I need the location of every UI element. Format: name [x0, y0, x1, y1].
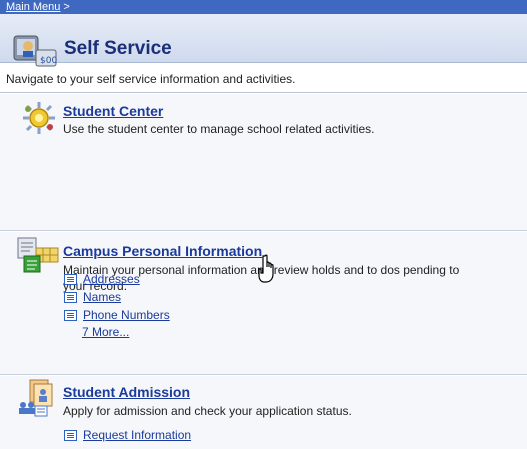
student-center-icon: [23, 102, 55, 134]
student-admission-icon: [19, 379, 53, 417]
section-student-center: Student Center Use the student center to…: [0, 94, 527, 231]
student-center-link[interactable]: Student Center: [63, 103, 163, 119]
page-icon: [64, 274, 77, 286]
breadcrumb: Main Menu >: [0, 0, 527, 14]
more-link[interactable]: 7 More...: [82, 325, 129, 339]
page-header: $00 Self Service: [0, 14, 527, 67]
intro-text: Navigate to your self service informatio…: [6, 72, 296, 86]
page-icon: [64, 310, 77, 322]
page-title: Self Service: [64, 38, 172, 59]
campus-personal-info-icon: [17, 237, 59, 273]
page-icon: [64, 430, 77, 442]
hand-cursor-icon: [258, 254, 274, 283]
names-link[interactable]: Names: [64, 290, 121, 304]
svg-text:$00: $00: [40, 56, 57, 66]
page-icon: [64, 292, 77, 304]
breadcrumb-separator: >: [63, 1, 70, 13]
student-center-description: Use the student center to manage school …: [63, 122, 375, 136]
self-service-icon: $00: [13, 35, 57, 67]
addresses-link[interactable]: Addresses: [64, 272, 140, 286]
divider: [0, 92, 527, 93]
student-admission-link[interactable]: Student Admission: [63, 384, 190, 400]
breadcrumb-main-menu[interactable]: Main Menu: [0, 1, 60, 13]
campus-personal-information-link[interactable]: Campus Personal Information: [63, 243, 262, 259]
student-admission-description: Apply for admission and check your appli…: [63, 404, 352, 418]
request-information-link[interactable]: Request Information: [64, 428, 191, 442]
phone-numbers-link[interactable]: Phone Numbers: [64, 308, 170, 322]
